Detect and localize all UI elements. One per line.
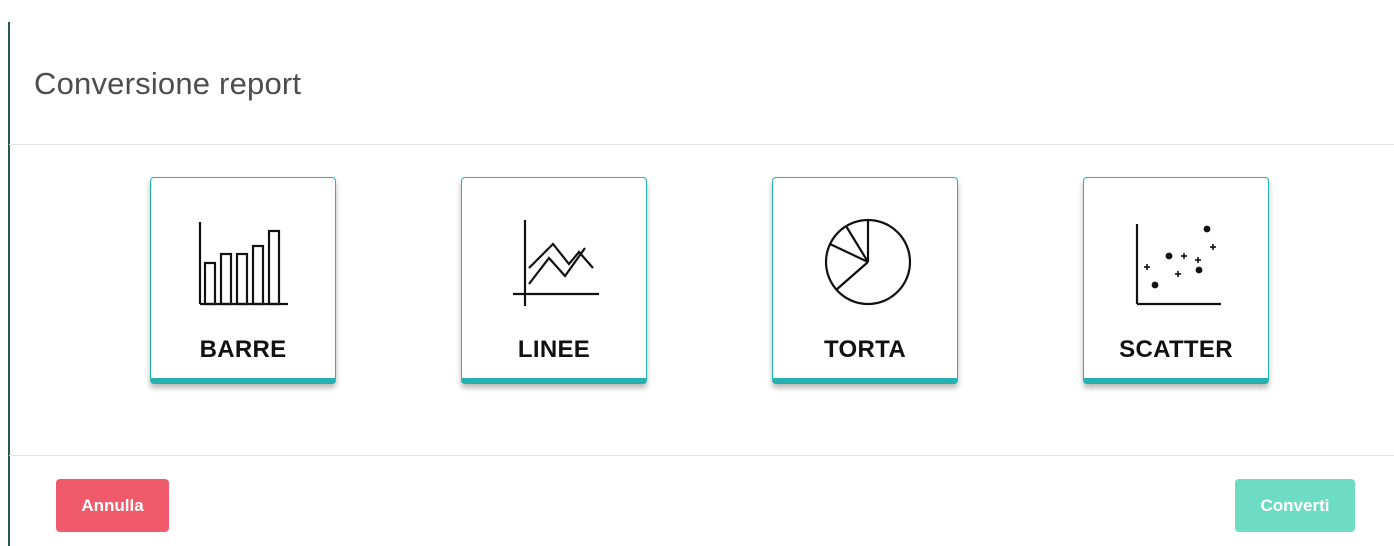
chart-option-scatter[interactable]: SCATTER bbox=[1083, 177, 1269, 384]
bar-chart-icon bbox=[198, 222, 288, 306]
chart-option-bar[interactable]: BARRE bbox=[150, 177, 336, 384]
scatter-chart-icon bbox=[1135, 224, 1221, 306]
chart-option-label: TORTA bbox=[824, 336, 906, 363]
cancel-button[interactable]: Annulla bbox=[56, 479, 169, 532]
dialog-title: Conversione report bbox=[34, 66, 302, 101]
convert-button[interactable]: Converti bbox=[1235, 479, 1355, 532]
pie-chart-icon bbox=[824, 218, 912, 306]
chart-option-line[interactable]: LINEE bbox=[461, 177, 647, 384]
chart-type-options: BARRE LINEE TORTA SCATTER bbox=[9, 145, 1394, 456]
dialog-header: Conversione report bbox=[9, 0, 1394, 145]
conversion-dialog: Conversione report BARRE LINEE TORTA SCA… bbox=[0, 0, 1394, 546]
chart-option-label: LINEE bbox=[517, 336, 591, 363]
dialog-footer: Annulla Converti bbox=[9, 456, 1394, 546]
chart-option-label: BARRE bbox=[199, 336, 287, 363]
chart-option-pie[interactable]: TORTA bbox=[772, 177, 958, 384]
line-chart-icon bbox=[513, 220, 599, 306]
chart-option-label: SCATTER bbox=[1119, 336, 1233, 363]
